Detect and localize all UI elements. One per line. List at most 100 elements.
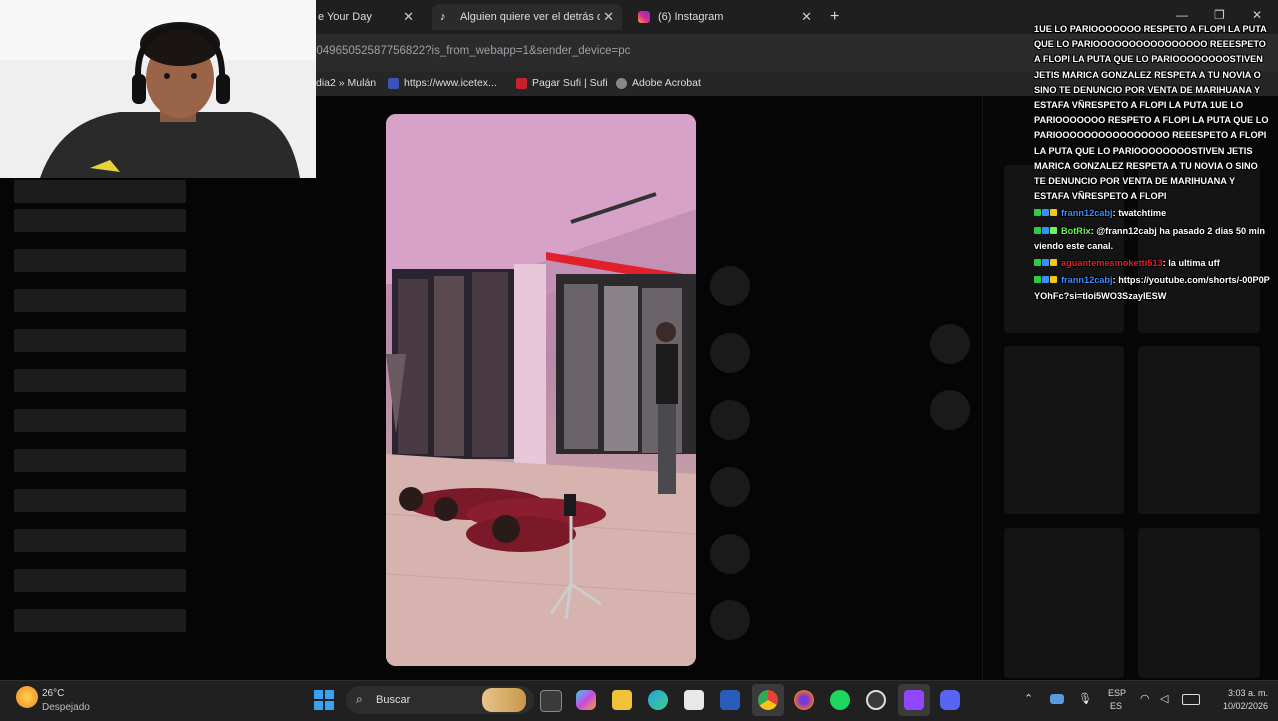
action-button[interactable] xyxy=(710,534,750,574)
tab-title: e Your Day xyxy=(318,11,372,23)
edge-icon[interactable] xyxy=(648,690,668,710)
tab-instagram[interactable]: (6) Instagram ✕ xyxy=(630,4,820,30)
wifi-icon[interactable]: ◠ xyxy=(1140,692,1150,705)
chat-username: frann12cabj xyxy=(1061,275,1113,286)
chat-badges-icon xyxy=(1034,273,1058,288)
skeleton-row xyxy=(14,569,186,592)
video-player[interactable] xyxy=(386,114,696,666)
skeleton-row xyxy=(14,329,186,352)
maximize-icon[interactable]: ❐ xyxy=(1214,8,1225,22)
bookmark-label: https://www.icetex... xyxy=(404,77,497,89)
skeleton-row xyxy=(14,180,186,203)
search-icon: ⌕ xyxy=(356,692,363,706)
streaming-app-icon[interactable] xyxy=(904,690,924,710)
new-tab-button[interactable]: + xyxy=(830,8,839,26)
skeleton-row xyxy=(14,449,186,472)
clock-date: 10/02/2026 xyxy=(1222,701,1268,711)
bookmark-item[interactable]: dia2 » Mulán xyxy=(316,77,376,89)
bookmark-label: Pagar Sufi | Sufi xyxy=(532,77,608,89)
bookmark-item[interactable]: Pagar Sufi | Sufi xyxy=(516,77,608,89)
bookmark-item[interactable]: Adobe Acrobat xyxy=(616,77,701,89)
copilot-icon[interactable] xyxy=(576,690,596,710)
windows-start-icon[interactable] xyxy=(314,690,334,710)
chat-text: : la ultima uff xyxy=(1162,258,1220,269)
globe-icon xyxy=(616,77,627,89)
video-thumbnail[interactable] xyxy=(1004,528,1124,678)
chat-text: : twatchtime xyxy=(1112,208,1167,219)
bookmark-label: dia2 » Mulán xyxy=(316,77,377,89)
action-button[interactable] xyxy=(710,467,750,507)
bookmark-label: Adobe Acrobat xyxy=(632,77,701,89)
chat-username: aguantemesmoketti513 xyxy=(1061,258,1163,269)
clock-time[interactable]: 3:03 a. m. xyxy=(1218,688,1268,698)
weather-temp: 26°C xyxy=(42,688,65,699)
chrome-icon[interactable] xyxy=(758,690,778,710)
chat-announcement: 1UE LO PARIOOOOOOO RESPETO A FLOPI LA PU… xyxy=(1034,24,1269,202)
tab-tiktok-active[interactable]: ♪ Alguien quiere ver el detrás de ✕ xyxy=(432,4,622,30)
widget-thumbnail-icon[interactable] xyxy=(482,688,526,712)
minimize-icon[interactable]: — xyxy=(1176,8,1188,22)
streamer-webcam-illustration xyxy=(0,0,316,178)
close-tab-icon[interactable]: ✕ xyxy=(603,9,614,25)
file-explorer-icon[interactable] xyxy=(612,690,632,710)
skeleton-row xyxy=(14,489,186,512)
skeleton-row xyxy=(14,409,186,432)
word-icon[interactable] xyxy=(720,690,740,710)
weather-desc: Despejado xyxy=(42,702,90,713)
action-button[interactable] xyxy=(710,600,750,640)
skeleton-row xyxy=(14,609,186,632)
region-indicator: ES xyxy=(1110,701,1123,711)
skeleton-row xyxy=(14,249,186,272)
close-tab-icon[interactable]: ✕ xyxy=(403,9,414,25)
video-thumbnail[interactable] xyxy=(1004,346,1124,514)
instagram-icon xyxy=(638,11,650,23)
chat-message: frann12cabj: https://youtube.com/shorts/… xyxy=(1034,273,1272,303)
tiktok-icon: ♪ xyxy=(440,11,446,23)
volume-icon[interactable]: ◁ xyxy=(1160,692,1168,705)
spotify-icon[interactable] xyxy=(830,690,850,710)
video-frame-illustration xyxy=(386,114,696,666)
chat-message: frann12cabj: twatchtime xyxy=(1034,206,1272,221)
task-view-icon[interactable] xyxy=(540,690,562,712)
stream-chat-overlay: 1UE LO PARIOOOOOOO RESPETO A FLOPI LA PU… xyxy=(1034,22,1272,304)
microphone-icon[interactable]: 🎙 xyxy=(1078,692,1092,705)
firefox-icon[interactable] xyxy=(794,690,814,710)
action-button[interactable] xyxy=(710,266,750,306)
icetex-icon xyxy=(388,77,399,89)
skeleton-row xyxy=(14,369,186,392)
tab-title: Alguien quiere ver el detrás de xyxy=(460,11,600,23)
chat-badges-icon xyxy=(1034,256,1058,271)
cloud-icon[interactable] xyxy=(1050,694,1064,704)
skeleton-row xyxy=(14,289,186,312)
tab-your-day[interactable]: e Your Day ✕ xyxy=(310,4,422,30)
chat-message: BotRix: @frann12cabj ha pasado 2 dias 50… xyxy=(1034,224,1272,254)
tab-title: (6) Instagram xyxy=(658,11,724,23)
action-button[interactable] xyxy=(710,400,750,440)
battery-icon[interactable] xyxy=(1182,694,1200,705)
language-indicator[interactable]: ESP xyxy=(1108,688,1126,698)
action-button[interactable] xyxy=(710,333,750,373)
nav-up-button[interactable] xyxy=(930,324,970,364)
chat-badges-icon xyxy=(1034,206,1058,221)
sufi-icon xyxy=(516,77,527,89)
chat-message: aguantemesmoketti513: la ultima uff xyxy=(1034,256,1272,271)
weather-sun-icon[interactable] xyxy=(16,686,38,708)
chat-badges-icon xyxy=(1034,224,1058,239)
show-hidden-icons-icon[interactable]: ⌃ xyxy=(1024,692,1033,705)
search-placeholder: Buscar xyxy=(376,694,411,706)
close-window-icon[interactable]: ✕ xyxy=(1252,8,1262,22)
skeleton-row xyxy=(14,209,186,232)
discord-icon[interactable] xyxy=(940,690,960,710)
nav-down-button[interactable] xyxy=(930,390,970,430)
url-field[interactable]: 504965052587756822?is_from_webapp=1&send… xyxy=(310,45,630,57)
video-thumbnail[interactable] xyxy=(1138,528,1260,678)
bookmark-item[interactable]: https://www.icetex... xyxy=(388,77,497,89)
video-thumbnail[interactable] xyxy=(1138,346,1260,514)
obs-icon[interactable] xyxy=(866,690,886,710)
store-icon[interactable] xyxy=(684,690,704,710)
skeleton-row xyxy=(14,529,186,552)
chat-username: BotRix xyxy=(1061,225,1091,236)
chat-username: frann12cabj xyxy=(1061,208,1113,219)
webcam-overlay xyxy=(0,0,316,178)
close-tab-icon[interactable]: ✕ xyxy=(801,9,812,25)
